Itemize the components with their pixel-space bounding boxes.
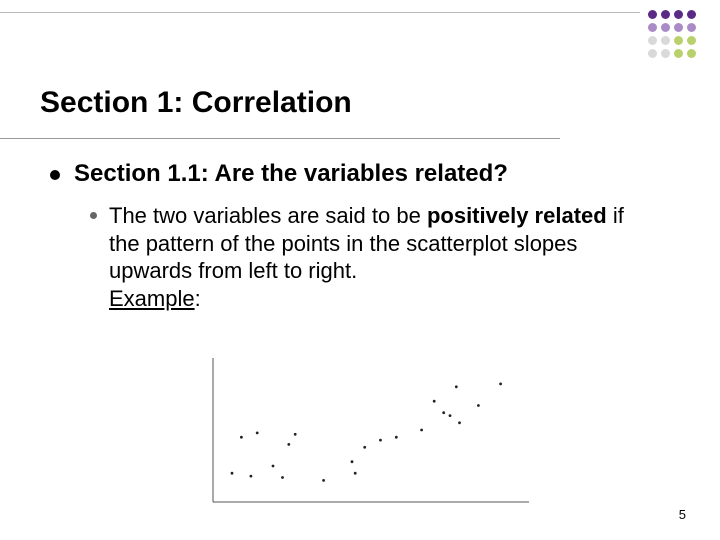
lvl1-text: Section 1.1: Are the variables related? [74, 160, 508, 188]
deco-dot [648, 23, 657, 32]
bullet1-icon [50, 170, 60, 180]
lvl2-text: The two variables are said to be positiv… [109, 202, 660, 312]
lvl2-colon: : [195, 286, 201, 311]
slide-title: Section 1: Correlation [40, 86, 352, 120]
deco-dot [674, 10, 683, 19]
top-rule [0, 12, 640, 13]
deco-dot [687, 36, 696, 45]
lvl2-part1: The two variables are said to be [109, 203, 427, 228]
deco-dot [648, 10, 657, 19]
scatterplot-svg [195, 352, 535, 512]
deco-dot [648, 49, 657, 58]
bullet-level2: The two variables are said to be positiv… [90, 202, 660, 312]
deco-dot [661, 36, 670, 45]
deco-dot [661, 49, 670, 58]
title-underline [0, 138, 560, 139]
scatterplot [195, 352, 535, 512]
lvl2-example: Example [109, 286, 195, 311]
corner-decoration [648, 10, 698, 60]
deco-dot [687, 23, 696, 32]
deco-dot [661, 10, 670, 19]
deco-dot [687, 10, 696, 19]
deco-dot [674, 49, 683, 58]
bullet2-icon [90, 212, 97, 219]
bullet-level1: Section 1.1: Are the variables related? [50, 160, 660, 188]
deco-dot [687, 49, 696, 58]
deco-dot [661, 23, 670, 32]
page-number: 5 [679, 507, 686, 522]
lvl2-bold: positively related [427, 203, 607, 228]
deco-dot [674, 36, 683, 45]
body-content: Section 1.1: Are the variables related? … [50, 160, 660, 312]
deco-dot [648, 36, 657, 45]
deco-dot [674, 23, 683, 32]
